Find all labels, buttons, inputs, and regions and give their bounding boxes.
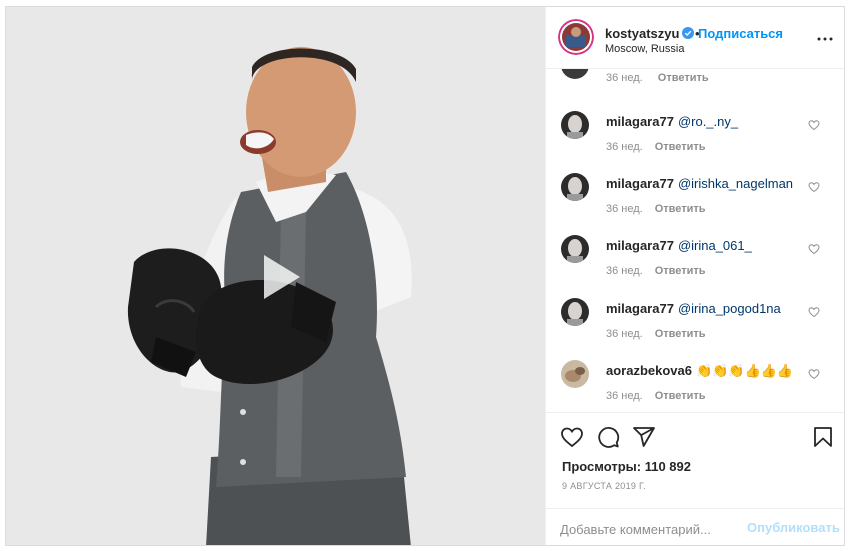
comment-time: 36 нед. [606,328,643,340]
verified-badge-icon [682,27,694,39]
reply-button[interactable]: Ответить [658,72,709,84]
comment-meta: 36 нед. Ответить [606,328,706,340]
comments-list[interactable]: 36 нед. Ответить milagara77 @ro._.ny_ 36 … [546,69,844,412]
heart-icon[interactable] [808,368,820,380]
comment-item: milagara77 @irishka_nagelman 36 нед. Ответ… [546,173,844,235]
comment-meta: 36 нед. Ответить [606,141,706,153]
comment-item: milagara77 @irina_pogod1na 36 нед. Ответит… [546,298,844,360]
comment-meta: 36 нед. Ответить [606,72,709,84]
comment-username[interactable]: milagara77 [606,301,674,316]
share-icon[interactable] [632,425,656,449]
comment-username[interactable]: aorazbekova6 [606,363,692,378]
comment-avatar[interactable] [561,235,589,263]
views-count[interactable]: Просмотры: 110 892 [562,459,691,474]
comment-meta: 36 нед. Ответить [606,203,706,215]
author-username[interactable]: kostyatszyu [605,26,679,41]
comment-avatar[interactable] [561,298,589,326]
follow-button[interactable]: Подписаться [698,26,783,41]
comment-text: milagara77 @irina_061_ [606,238,752,253]
comment-input[interactable] [560,518,750,540]
comment-item: milagara77 @ro._.ny_ 36 нед. Ответить [546,111,844,173]
comment-avatar[interactable] [561,111,589,139]
comment-time: 36 нед. [606,203,643,215]
comment-item: milagara77 @irina_061_ 36 нед. Ответить [546,235,844,297]
comment-time: 36 нед. [606,265,643,277]
comment-time: 36 нед. [606,390,643,402]
comment-mention[interactable]: @irishka_nagelman [678,176,793,191]
bookmark-icon[interactable] [811,425,835,449]
post-date[interactable]: 9 АВГУСТА 2019 Г. [562,481,646,491]
views-label: Просмотры: [562,459,642,474]
reply-button[interactable]: Ответить [655,265,706,277]
comment-meta: 36 нед. Ответить [606,265,706,277]
play-icon[interactable] [246,245,310,309]
post-header: kostyatszyu • Подписаться Moscow, Russia [546,7,844,69]
comment-mention[interactable]: @irina_pogod1na [678,301,781,316]
heart-icon[interactable] [808,119,820,131]
comment-text: milagara77 @irishka_nagelman [606,176,793,191]
reply-button[interactable]: Ответить [655,203,706,215]
post-side-panel: kostyatszyu • Подписаться Moscow, Russia… [545,7,844,545]
comment-text: milagara77 @irina_pogod1na [606,301,781,316]
author-avatar[interactable] [558,19,594,55]
comment-mention[interactable]: @ro._.ny_ [678,114,738,129]
comment-icon[interactable] [596,425,620,449]
comment-text: aorazbekova6 👏👏👏👍👍👍 [606,363,793,379]
heart-icon[interactable] [560,425,584,449]
comment-avatar[interactable] [561,173,589,201]
post-actions: Просмотры: 110 892 9 АВГУСТА 2019 Г. Опу… [546,412,844,545]
more-options-icon[interactable] [817,36,833,42]
comment-avatar[interactable] [561,360,589,388]
reply-button[interactable]: Ответить [655,390,706,402]
post-dialog: kostyatszyu • Подписаться Moscow, Russia… [5,6,845,546]
publish-button[interactable]: Опубликовать [747,520,840,535]
comment-mention[interactable]: @irina_061_ [678,238,752,253]
comment-time: 36 нед. [606,141,643,153]
comment-time: 36 нед. [606,72,643,84]
reply-button[interactable]: Ответить [655,141,706,153]
comment-emoji: 👏👏👏👍👍👍 [696,363,794,378]
comment-item: aorazbekova6 👏👏👏👍👍👍 36 нед. Ответить [546,360,844,412]
heart-icon[interactable] [808,306,820,318]
comment-username[interactable]: milagara77 [606,176,674,191]
comment-avatar[interactable] [561,69,589,79]
heart-icon[interactable] [808,181,820,193]
post-video[interactable] [6,7,545,545]
add-comment-form: Опубликовать [546,508,844,545]
heart-icon[interactable] [808,243,820,255]
comment-meta: 36 нед. Ответить [606,390,706,402]
reply-button[interactable]: Ответить [655,328,706,340]
comment-username[interactable]: milagara77 [606,238,674,253]
post-location[interactable]: Moscow, Russia [605,43,684,55]
comment-username[interactable]: milagara77 [606,114,674,129]
views-number: 110 892 [644,459,691,474]
comment-text: milagara77 @ro._.ny_ [606,114,738,129]
